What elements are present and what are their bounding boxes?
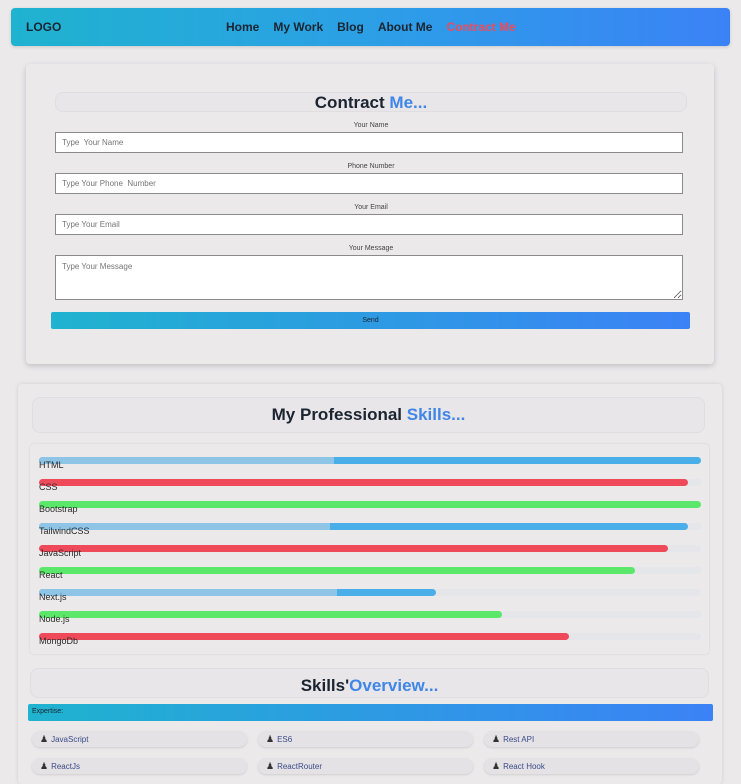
skill-track <box>39 545 701 552</box>
skill-row: React <box>39 562 701 584</box>
skill-name: Node.js <box>39 614 70 624</box>
nav-link-home[interactable]: Home <box>226 20 259 34</box>
skill-name: CSS <box>39 482 58 492</box>
overview-title: Skills'Overview... <box>30 668 709 704</box>
skill-fill-light <box>39 457 334 464</box>
overview-title-main: Skills' <box>300 676 350 695</box>
phone-label: Phone Number <box>347 163 395 170</box>
contact-title: Contract Me... <box>55 92 687 114</box>
skill-chip-label: ReactJs <box>51 762 80 771</box>
skill-fill <box>39 611 502 618</box>
skill-row: JavaScript <box>39 540 701 562</box>
skill-fill-light <box>39 589 337 596</box>
email-label: Your Email <box>354 204 388 211</box>
skill-fill <box>39 633 569 640</box>
nav-links: Home My Work Blog About Me Contract Me <box>226 20 530 34</box>
skills-title-main: My Professional <box>271 405 403 424</box>
skill-name: React <box>39 570 63 580</box>
user-pen-icon: ♟ <box>40 734 49 744</box>
skill-chip[interactable]: ♟ ReactJs <box>32 758 247 774</box>
overview-title-accent: Overview... <box>349 676 439 695</box>
navbar: LOGO Home My Work Blog About Me Contract… <box>11 8 730 46</box>
skill-row: CSS <box>39 474 701 496</box>
skill-fill <box>39 479 688 486</box>
overview-title-bar: Skills'Overview... <box>30 668 709 698</box>
skills-title-bar: My Professional Skills... <box>32 397 705 433</box>
contact-title-bar: Contract Me... <box>55 92 687 112</box>
skill-row: MongoDb <box>39 628 701 650</box>
skill-chip-label: JavaScript <box>51 735 89 744</box>
skill-track <box>39 479 701 486</box>
skill-row: Bootstrap <box>39 496 701 518</box>
contact-title-main: Contract <box>314 93 385 112</box>
phone-input[interactable] <box>55 173 683 194</box>
nav-link-about-me[interactable]: About Me <box>378 20 433 34</box>
skill-name: JavaScript <box>39 548 82 558</box>
skill-fill <box>39 567 635 574</box>
skill-name: TailwindCSS <box>39 526 90 536</box>
logo[interactable]: LOGO <box>26 20 61 34</box>
skills-list: HTML CSS Bootstrap TailwindCSS JavaScrip… <box>30 444 709 654</box>
skill-chip[interactable]: ♟ Rest API <box>484 731 699 747</box>
name-label: Your Name <box>353 122 389 129</box>
message-textarea[interactable] <box>55 255 683 300</box>
user-pen-icon: ♟ <box>492 761 501 771</box>
expertise-bar: Expertise: <box>28 704 713 721</box>
nav-link-my-work[interactable]: My Work <box>273 20 323 34</box>
skill-name: MongoDb <box>39 636 79 646</box>
user-pen-icon: ♟ <box>40 761 49 771</box>
skill-chip[interactable]: ♟ JavaScript <box>32 731 247 747</box>
nav-link-contract-me[interactable]: Contract Me <box>446 20 515 34</box>
skill-row: Node.js <box>39 606 701 628</box>
skill-chip-label: Rest API <box>503 735 535 744</box>
skill-track <box>39 523 701 530</box>
send-button[interactable]: Send <box>51 312 690 329</box>
skills-title: My Professional Skills... <box>32 397 705 433</box>
skill-track <box>39 567 701 574</box>
expertise-label: Expertise: <box>32 708 64 715</box>
skill-row: HTML <box>39 452 701 474</box>
skill-chip[interactable]: ♟ ReactRouter <box>258 758 473 774</box>
skills-title-accent: Skills... <box>406 405 466 424</box>
contact-form-card: Contract Me... Your Name Phone Number Yo… <box>26 64 714 364</box>
skill-fill <box>39 545 668 552</box>
skill-name: Next.js <box>39 592 67 602</box>
skill-fill <box>39 501 701 508</box>
skill-chip[interactable]: ♟ ES6 <box>258 731 473 747</box>
skill-row: Next.js <box>39 584 701 606</box>
skill-row: TailwindCSS <box>39 518 701 540</box>
skill-chip-label: ES6 <box>277 735 293 744</box>
skill-chip-label: React Hook <box>503 762 545 771</box>
user-pen-icon: ♟ <box>266 761 275 771</box>
name-input[interactable] <box>55 132 683 153</box>
skill-name: HTML <box>39 460 64 470</box>
user-pen-icon: ♟ <box>266 734 275 744</box>
email-input[interactable] <box>55 214 683 235</box>
skill-track <box>39 501 701 508</box>
skill-track <box>39 589 701 596</box>
skills-section: My Professional Skills... HTML CSS Boots… <box>18 384 722 784</box>
contact-title-accent: Me... <box>389 93 428 112</box>
skill-track <box>39 611 701 618</box>
skill-track <box>39 633 701 640</box>
skill-track <box>39 457 701 464</box>
user-pen-icon: ♟ <box>492 734 501 744</box>
skill-chip[interactable]: ♟ React Hook <box>484 758 699 774</box>
message-label: Your Message <box>348 245 394 252</box>
skill-chip-label: ReactRouter <box>277 762 322 771</box>
skill-name: Bootstrap <box>39 504 78 514</box>
nav-link-blog[interactable]: Blog <box>337 20 364 34</box>
